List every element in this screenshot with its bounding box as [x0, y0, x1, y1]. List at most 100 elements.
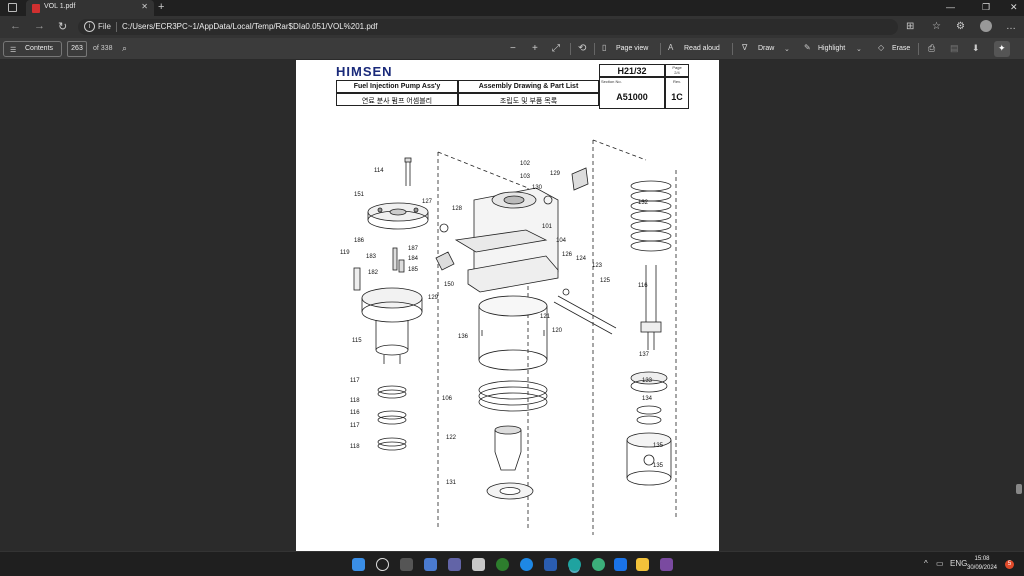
contents-button[interactable]: ☰ Contents: [3, 41, 62, 57]
minimize-icon[interactable]: —: [946, 2, 955, 12]
windows-taskbar: ^ ▭ ENG 15:08 30/09/2024 5: [0, 551, 1024, 576]
url-field[interactable]: i File C:/Users/ECR3PC~1/AppData/Local/T…: [78, 19, 898, 35]
tab-strip: VOL 1.pdf ✕ + — ❐ ✕: [0, 0, 1024, 16]
part-label: 128: [452, 206, 463, 212]
part-label: 136: [458, 334, 469, 340]
read-aloud-button[interactable]: Read aloud: [684, 45, 720, 52]
url-scheme-label: File: [98, 22, 111, 31]
browser-window: VOL 1.pdf ✕ + — ❐ ✕ ← → ↻ i File C:/User…: [0, 0, 1024, 576]
fit-page-icon[interactable]: ⤢: [552, 43, 560, 54]
part-label: 115: [352, 338, 362, 344]
highlight-options-chevron-icon[interactable]: ⌄: [856, 45, 862, 53]
file-explorer-icon[interactable]: [636, 558, 649, 571]
page-view-icon[interactable]: ▯: [602, 43, 606, 52]
system-clock[interactable]: 15:08 30/09/2024: [962, 555, 1002, 573]
page-number-input[interactable]: 263: [67, 41, 87, 57]
task-view-icon[interactable]: [400, 558, 413, 571]
app-icon[interactable]: [544, 558, 557, 571]
zoom-in-icon[interactable]: +: [532, 43, 538, 54]
teams-icon[interactable]: [448, 558, 461, 571]
part-label: 102: [520, 161, 531, 167]
edge-icon[interactable]: [568, 558, 581, 571]
help-icon[interactable]: [520, 558, 533, 571]
search-taskbar-icon[interactable]: [376, 558, 389, 571]
url-path: C:/Users/ECR3PC~1/AppData/Local/Temp/Rar…: [122, 22, 378, 31]
pdf-viewport[interactable]: HIMSEN Fuel Injection Pump Ass'y 연료 분사 펌…: [0, 60, 1024, 551]
highlight-icon[interactable]: ✎: [804, 43, 811, 52]
draw-icon[interactable]: ∇: [742, 43, 747, 52]
widgets-icon[interactable]: [424, 558, 437, 571]
list-icon: ☰: [10, 47, 17, 54]
favorites-star-icon[interactable]: ☆: [932, 21, 941, 32]
notification-badge[interactable]: 5: [1005, 560, 1014, 569]
part-labels-layer: 114151186183119182187184185127128102103 1…: [340, 161, 664, 486]
clock-date: 30/09/2024: [966, 565, 998, 571]
part-label: 151: [354, 192, 365, 198]
part-label: 135: [653, 443, 664, 449]
part-label: 118: [350, 444, 360, 450]
page-view-button[interactable]: Page view: [616, 45, 648, 52]
read-mode-icon[interactable]: ⊞: [906, 21, 914, 32]
forward-icon[interactable]: →: [34, 20, 45, 32]
refresh-icon[interactable]: ↻: [58, 20, 67, 33]
winrar-icon[interactable]: [660, 558, 673, 571]
vertical-scrollbar-thumb[interactable]: [1016, 484, 1022, 494]
toolbar-divider: [660, 43, 661, 55]
start-windows-icon[interactable]: [352, 558, 365, 571]
save-icon[interactable]: ▤: [950, 43, 959, 54]
draw-options-chevron-icon[interactable]: ⌄: [784, 45, 790, 53]
part-label: 129: [428, 295, 439, 301]
toolbar-divider: [918, 43, 919, 55]
draw-button[interactable]: Draw: [758, 45, 774, 52]
pin-toolbar-button[interactable]: ✦: [994, 41, 1010, 57]
search-icon[interactable]: ⌕: [122, 43, 127, 54]
save-as-icon[interactable]: ⬇: [972, 43, 980, 54]
notepad-icon[interactable]: [472, 558, 485, 571]
part-label: 106: [442, 396, 453, 402]
profile-avatar[interactable]: [980, 20, 992, 32]
network-icon[interactable]: ▭: [936, 559, 944, 568]
read-aloud-icon[interactable]: A: [668, 43, 673, 52]
pdf-toolbar: ☰ Contents 263 of 338 ⌕ − + ⤢ ⟲ ▯ Page v…: [0, 38, 1024, 60]
rotate-icon[interactable]: ⟲: [578, 43, 586, 54]
address-bar-row: ← → ↻ i File C:/Users/ECR3PC~1/AppData/L…: [0, 16, 1024, 38]
tab-close-icon[interactable]: ✕: [141, 2, 148, 11]
part-label: 132: [638, 200, 649, 206]
back-icon[interactable]: ←: [10, 20, 21, 32]
toolbar-divider: [594, 43, 595, 55]
restore-icon[interactable]: ❐: [982, 2, 990, 13]
tab-vol1-pdf[interactable]: VOL 1.pdf ✕: [26, 0, 154, 16]
part-label: 122: [446, 435, 457, 441]
part-label: 129: [550, 171, 561, 177]
part-label: 101: [542, 224, 553, 230]
contents-label: Contents: [25, 45, 54, 52]
part-label: 135: [653, 463, 664, 469]
part-label: 120: [552, 328, 563, 334]
zoom-out-icon[interactable]: −: [510, 43, 516, 54]
highlight-button[interactable]: Highlight: [818, 45, 845, 52]
part-label: 131: [446, 480, 457, 486]
erase-button[interactable]: Erase: [892, 45, 910, 52]
tray-overflow-icon[interactable]: ^: [924, 559, 928, 568]
pdf-favicon-icon: [32, 4, 40, 13]
part-label: 116: [350, 410, 360, 416]
print-icon[interactable]: ⎙: [928, 43, 935, 54]
part-label: 118: [350, 398, 360, 404]
extensions-icon[interactable]: ⚙: [956, 21, 965, 32]
xbox-icon[interactable]: [496, 558, 509, 571]
toolbar-divider: [570, 43, 571, 55]
new-tab-icon[interactable]: +: [158, 1, 164, 13]
sidebar-toggle-icon[interactable]: [8, 3, 17, 12]
info-icon[interactable]: i: [84, 21, 95, 32]
part-label: 184: [408, 256, 419, 262]
part-label: 125: [600, 278, 611, 284]
part-label: 103: [520, 174, 531, 180]
browser-icon[interactable]: [592, 558, 605, 571]
pdf-page: HIMSEN Fuel Injection Pump Ass'y 연료 분사 펌…: [296, 60, 719, 551]
tab-title: VOL 1.pdf: [44, 3, 76, 10]
url-separator: [116, 22, 117, 32]
window-close-icon[interactable]: ✕: [1010, 2, 1018, 13]
more-menu-icon[interactable]: …: [1006, 21, 1016, 32]
erase-icon[interactable]: ◇: [878, 43, 884, 52]
bluetooth-app-icon[interactable]: [614, 558, 627, 571]
